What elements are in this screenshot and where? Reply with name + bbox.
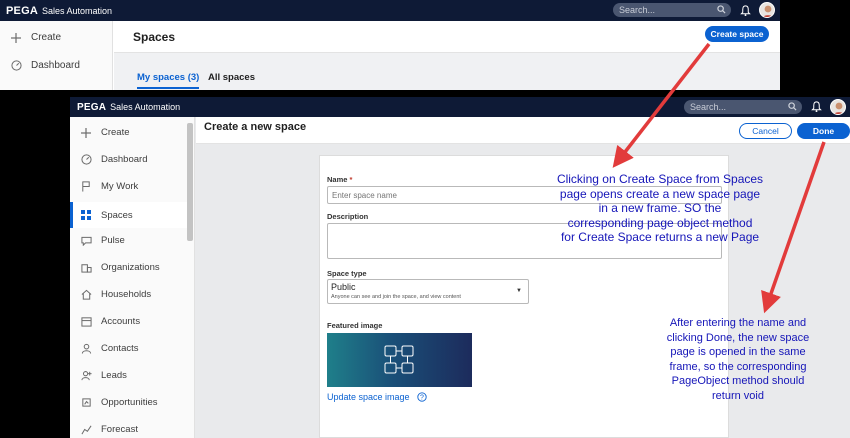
featured-image-label: Featured image (327, 321, 383, 330)
sidebar-item-pulse[interactable]: Pulse (79, 235, 125, 246)
leads-icon (79, 370, 93, 381)
search-box[interactable] (613, 3, 731, 17)
page-header: Create a new space Cancel Done (196, 117, 850, 144)
household-icon (79, 289, 93, 300)
help-icon[interactable]: ? (417, 392, 427, 402)
sidebar-scrollbar[interactable] (187, 123, 193, 241)
tab-all-spaces[interactable]: All spaces (208, 72, 255, 83)
sidebar-item-label: Spaces (101, 209, 133, 221)
annotation-done: After entering the name and clicking Don… (666, 317, 810, 402)
featured-image (327, 333, 472, 387)
app-name: Sales Automation (110, 102, 181, 112)
sidebar-item-households[interactable]: Households (79, 289, 151, 300)
top-header: PEGA Sales Automation (0, 0, 780, 21)
name-label: Name * (327, 175, 353, 184)
pulse-icon (79, 236, 93, 246)
caret-down-icon: ▼ (516, 288, 522, 294)
sidebar-item-label: Dashboard (31, 60, 80, 71)
sidebar-item-label: Pulse (101, 235, 125, 246)
pega-logo: PEGA (6, 4, 38, 17)
sidebar-item-label: Organizations (101, 262, 160, 273)
search-input[interactable] (690, 102, 796, 112)
organization-icon (79, 262, 93, 273)
pega-logo: PEGA (77, 101, 107, 113)
search-box[interactable] (684, 100, 802, 114)
description-label: Description (327, 212, 369, 221)
bell-icon[interactable] (811, 101, 822, 112)
svg-text:?: ? (420, 395, 424, 402)
tab-my-spaces[interactable]: My spaces (3) (137, 72, 200, 89)
sidebar-item-spaces[interactable]: Spaces (70, 202, 187, 228)
search-icon[interactable] (717, 5, 726, 14)
sidebar-item-forecast[interactable]: Forecast (79, 424, 138, 435)
grid-icon (79, 210, 93, 220)
avatar[interactable] (830, 99, 846, 115)
annotation-create-space: Clicking on Create Space from Spaces pag… (556, 172, 764, 244)
sidebar-item-label: Create (101, 127, 130, 138)
sidebar-item-my-work[interactable]: My Work (79, 181, 138, 192)
bell-icon[interactable] (740, 5, 751, 16)
search-input[interactable] (619, 5, 725, 15)
page-title: Spaces (133, 30, 176, 44)
sidebar: Create Dashboard (0, 21, 113, 90)
sidebar-item-create[interactable]: Create (9, 32, 61, 43)
network-graphic-icon (384, 345, 414, 374)
sidebar-item-label: My Work (101, 181, 139, 192)
top-header: PEGA Sales Automation (70, 97, 850, 117)
plus-icon (79, 127, 93, 138)
space-type-label: Space type (327, 269, 367, 278)
app-name: Sales Automation (41, 5, 113, 16)
sidebar-item-label: Contacts (101, 343, 139, 354)
sidebar-item-accounts[interactable]: Accounts (79, 316, 140, 327)
sidebar-item-label: Accounts (101, 316, 141, 327)
sidebar-item-dashboard[interactable]: Dashboard (79, 154, 147, 165)
done-button[interactable]: Done (797, 123, 850, 139)
sidebar-item-opportunities[interactable]: Opportunities (79, 397, 158, 408)
sidebar-item-label: Create (31, 32, 62, 43)
dashboard-icon (9, 60, 23, 71)
forecast-icon (79, 424, 93, 435)
create-space-button[interactable]: Create space (705, 26, 769, 42)
sidebar-item-label: Dashboard (101, 154, 148, 165)
page-header: Spaces Create space (114, 21, 780, 53)
sidebar-item-leads[interactable]: Leads (79, 370, 127, 381)
sidebar: Create Dashboard My Work Spaces Pulse Or… (70, 117, 195, 438)
sidebar-item-organizations[interactable]: Organizations (79, 262, 160, 273)
dashboard-icon (79, 154, 93, 165)
contacts-icon (79, 343, 93, 354)
sidebar-item-label: Forecast (101, 424, 138, 435)
space-type-value: Public (331, 282, 356, 292)
space-type-help: Anyone can see and join the space, and v… (331, 294, 461, 300)
sidebar-item-label: Leads (101, 370, 127, 381)
search-icon[interactable] (788, 102, 797, 111)
page-title: Create a new space (204, 121, 307, 133)
opportunities-icon (79, 397, 93, 408)
accounts-icon (79, 316, 93, 327)
spaces-window: PEGA Sales Automation Create Dashboard S… (0, 0, 780, 90)
plus-icon (9, 32, 23, 43)
update-space-image-link[interactable]: Update space image (327, 392, 410, 402)
flag-icon (79, 181, 93, 192)
sidebar-item-label: Households (101, 289, 152, 300)
sidebar-item-dashboard[interactable]: Dashboard (9, 60, 80, 71)
spaces-main: Spaces Create space My spaces (3) All sp… (114, 21, 780, 90)
sidebar-item-contacts[interactable]: Contacts (79, 343, 139, 354)
avatar[interactable] (759, 2, 775, 18)
space-type-dropdown[interactable]: Public Anyone can see and join the space… (327, 279, 529, 304)
sidebar-item-create[interactable]: Create (79, 127, 130, 138)
cancel-button[interactable]: Cancel (739, 123, 792, 139)
sidebar-item-label: Opportunities (101, 397, 158, 408)
